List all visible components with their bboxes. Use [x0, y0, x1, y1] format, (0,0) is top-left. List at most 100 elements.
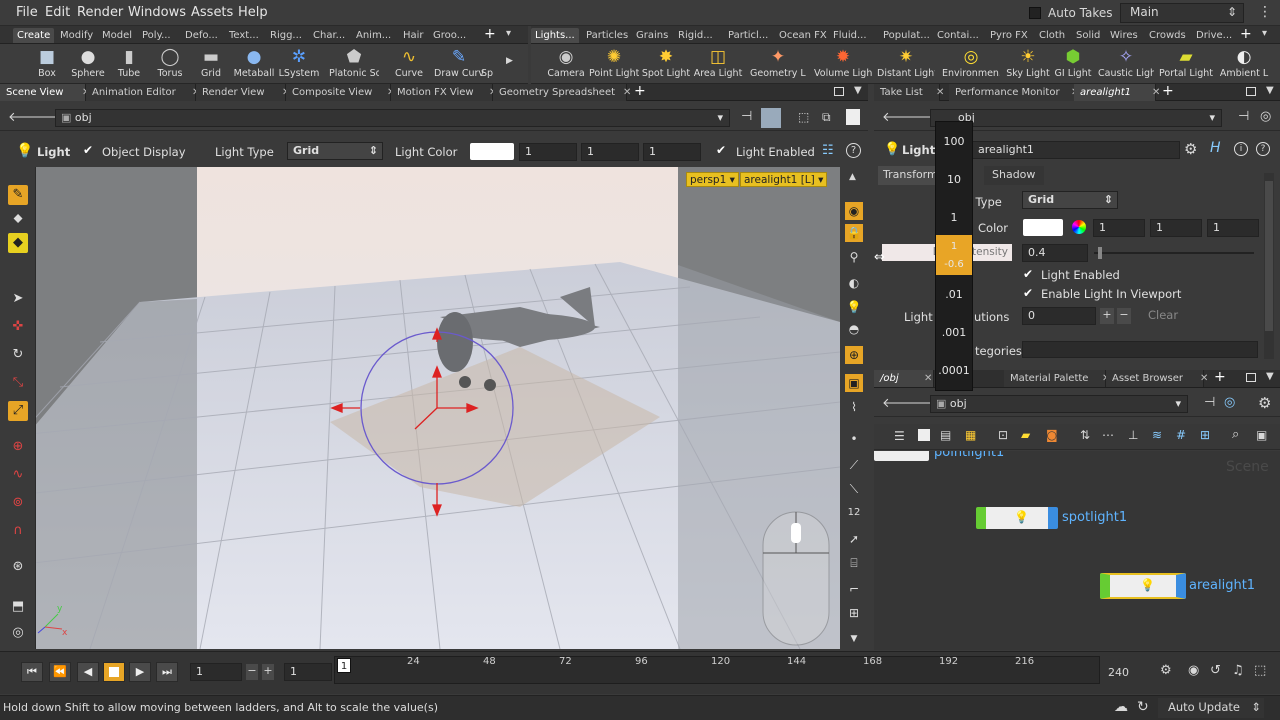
- wire-icon[interactable]: ⌇: [845, 398, 863, 416]
- light-color-swatch[interactable]: [1023, 219, 1063, 236]
- maximize-icon[interactable]: [834, 87, 844, 96]
- handle-bind-icon[interactable]: ⬥: [8, 209, 28, 229]
- scrollbar-thumb[interactable]: [1265, 181, 1273, 331]
- menu-assets[interactable]: Assets: [191, 5, 233, 20]
- close-icon[interactable]: ✕: [623, 84, 631, 101]
- realtime-icon[interactable]: ◉: [1188, 663, 1199, 678]
- current-frame-field[interactable]: 1: [190, 663, 242, 681]
- spot-light-tool[interactable]: ✸ Spot Light: [641, 44, 691, 79]
- shelf-tab-create[interactable]: Create: [13, 28, 55, 43]
- close-icon[interactable]: ✕: [924, 370, 932, 387]
- edge-icon[interactable]: ⟋: [845, 456, 863, 474]
- tab-arealight1[interactable]: arealight1 ✕: [1074, 84, 1160, 101]
- shelf-tab-rigid[interactable]: Rigid...: [674, 28, 717, 43]
- snap-magnet-icon[interactable]: ∩: [8, 521, 28, 541]
- snap-grid-icon[interactable]: #: [1176, 428, 1186, 442]
- pointlight1-node[interactable]: [874, 451, 929, 461]
- distant-light-tool[interactable]: ✷ Distant Light: [877, 44, 935, 79]
- light-enabled-checkbox[interactable]: ✔: [1023, 267, 1033, 281]
- vector-icon[interactable]: ➚: [845, 530, 863, 548]
- light-bulb-icon[interactable]: 💡: [845, 298, 863, 316]
- brush-icon[interactable]: ⊚: [8, 493, 28, 513]
- environment-light-tool[interactable]: ◎Environmen...: [942, 44, 1000, 79]
- close-icon[interactable]: ✕: [1152, 84, 1160, 101]
- spray-paint-tool[interactable]: Sp: [472, 44, 502, 79]
- light-color-g[interactable]: 1: [1150, 219, 1202, 237]
- uv-icon[interactable]: ⌸: [845, 554, 863, 572]
- tab-composite-view[interactable]: Composite View✕: [286, 84, 395, 101]
- more-down-icon[interactable]: ▼: [845, 630, 863, 648]
- categories-field[interactable]: [1022, 341, 1258, 358]
- zoom-icon[interactable]: ⊕: [845, 346, 863, 364]
- color-palette-icon[interactable]: ▦: [965, 428, 976, 442]
- shelf-tab-drive[interactable]: Drive...: [1192, 28, 1236, 43]
- light-view-menu[interactable]: arealight1 [L] ▾: [740, 172, 828, 187]
- close-icon[interactable]: ✕: [936, 84, 944, 101]
- link-icon[interactable]: [761, 108, 781, 128]
- light-type-select[interactable]: Grid ⇕: [287, 142, 383, 160]
- align-vertical-icon[interactable]: ⇅: [1080, 428, 1090, 442]
- add-tab-icon[interactable]: +: [1214, 369, 1226, 385]
- value-ladder[interactable]: 100 10 1 1 -0.6 .01 .001 .0001: [935, 121, 973, 391]
- light-contributions-field[interactable]: 0: [1022, 307, 1096, 325]
- display-options-icon[interactable]: ⧉: [822, 110, 831, 125]
- sticky-note-icon[interactable]: ◆: [8, 233, 28, 253]
- camera-tool[interactable]: ◉ Camera: [541, 44, 591, 79]
- timeline-track[interactable]: 1 24 48 72 96 120 144 168 192 216: [334, 656, 1100, 684]
- wire-style-icon[interactable]: ≋: [1152, 428, 1162, 442]
- sky-light-tool[interactable]: ☀ Sky Light: [1003, 44, 1053, 79]
- light-color-swatch[interactable]: [470, 143, 514, 160]
- shelf-tab-poly[interactable]: Poly...: [138, 28, 175, 43]
- list-view-icon[interactable]: [918, 429, 930, 441]
- metaball-tool[interactable]: ● Metaball: [229, 44, 279, 79]
- step-back-icon[interactable]: ⏪: [49, 662, 71, 682]
- magnet-icon[interactable]: ⊕: [8, 437, 28, 457]
- network-editor[interactable]: Scene pointlight1 💡 spotlight1 💡 arealig…: [874, 451, 1280, 650]
- add-shelf-icon[interactable]: +: [484, 26, 496, 42]
- menu-file[interactable]: File: [16, 5, 38, 20]
- sliders-icon[interactable]: ☷: [822, 143, 834, 158]
- ladder-step-10[interactable]: 10: [936, 173, 972, 186]
- arealight1-label[interactable]: arealight1: [1189, 578, 1255, 593]
- shelf-tab-particle-fluids[interactable]: Particl...: [724, 28, 772, 43]
- pane-menu-icon[interactable]: ▼: [1266, 85, 1274, 96]
- pin-icon[interactable]: ⊣: [1238, 109, 1249, 124]
- shelf-tab-wires[interactable]: Wires: [1106, 28, 1142, 43]
- light-color-r[interactable]: 1: [519, 143, 577, 161]
- move-icon[interactable]: ✜: [8, 317, 28, 337]
- jump-start-icon[interactable]: ⏮: [21, 662, 43, 682]
- curve-tool[interactable]: ∿ Curve: [384, 44, 434, 79]
- scene-viewport[interactable]: yx persp1 ▾ arealight1 [L] ▾: [0, 167, 840, 649]
- ladder-step-0.001[interactable]: .001: [936, 326, 972, 339]
- shelf-tab-crowds[interactable]: Crowds: [1145, 28, 1190, 43]
- light-intensity-field[interactable]: 0.4: [1022, 244, 1088, 262]
- ladder-step-100[interactable]: 100: [936, 135, 972, 148]
- gear-icon[interactable]: ⚙: [1258, 394, 1271, 412]
- add-shelf-icon[interactable]: +: [1240, 26, 1252, 42]
- color-wheel-icon[interactable]: [1072, 220, 1086, 234]
- shelf-tab-animation[interactable]: Anim...: [352, 28, 395, 43]
- geometry-light-tool[interactable]: ✦Geometry L...: [750, 44, 806, 79]
- menu-help[interactable]: Help: [238, 5, 268, 20]
- keyframe-icon[interactable]: ⬚: [1254, 663, 1266, 678]
- light-color-g[interactable]: 1: [581, 143, 639, 161]
- shadow-icon[interactable]: ◓: [845, 320, 863, 338]
- pin-icon[interactable]: ⊣: [741, 109, 752, 124]
- tab-render-view[interactable]: Render View✕: [196, 84, 290, 101]
- desktop-select[interactable]: Main ⇕: [1120, 3, 1244, 23]
- shelf-tab-modify[interactable]: Modify: [56, 28, 97, 43]
- jump-end-icon[interactable]: ⏭: [156, 662, 178, 682]
- tree-view-icon[interactable]: ☰: [894, 429, 905, 443]
- maximize-icon[interactable]: [1246, 373, 1256, 382]
- gi-light-tool[interactable]: ⬢ GI Light: [1048, 44, 1098, 79]
- thumbnail-icon[interactable]: ▣: [1256, 428, 1267, 442]
- auto-takes-checkbox[interactable]: [1029, 7, 1041, 19]
- parameter-icon[interactable]: ▤: [940, 428, 951, 442]
- light-color-r[interactable]: 1: [1093, 219, 1145, 237]
- shelf-tab-model[interactable]: Model: [98, 28, 136, 43]
- normal-icon[interactable]: ⟍: [845, 480, 863, 498]
- shelf-tab-deform[interactable]: Defo...: [181, 28, 222, 43]
- tab-animation-editor[interactable]: Animation Editor✕: [86, 84, 200, 101]
- layout-icon[interactable]: ⊥: [1128, 428, 1138, 442]
- auto-update-select[interactable]: Auto Update ⇕: [1158, 698, 1264, 718]
